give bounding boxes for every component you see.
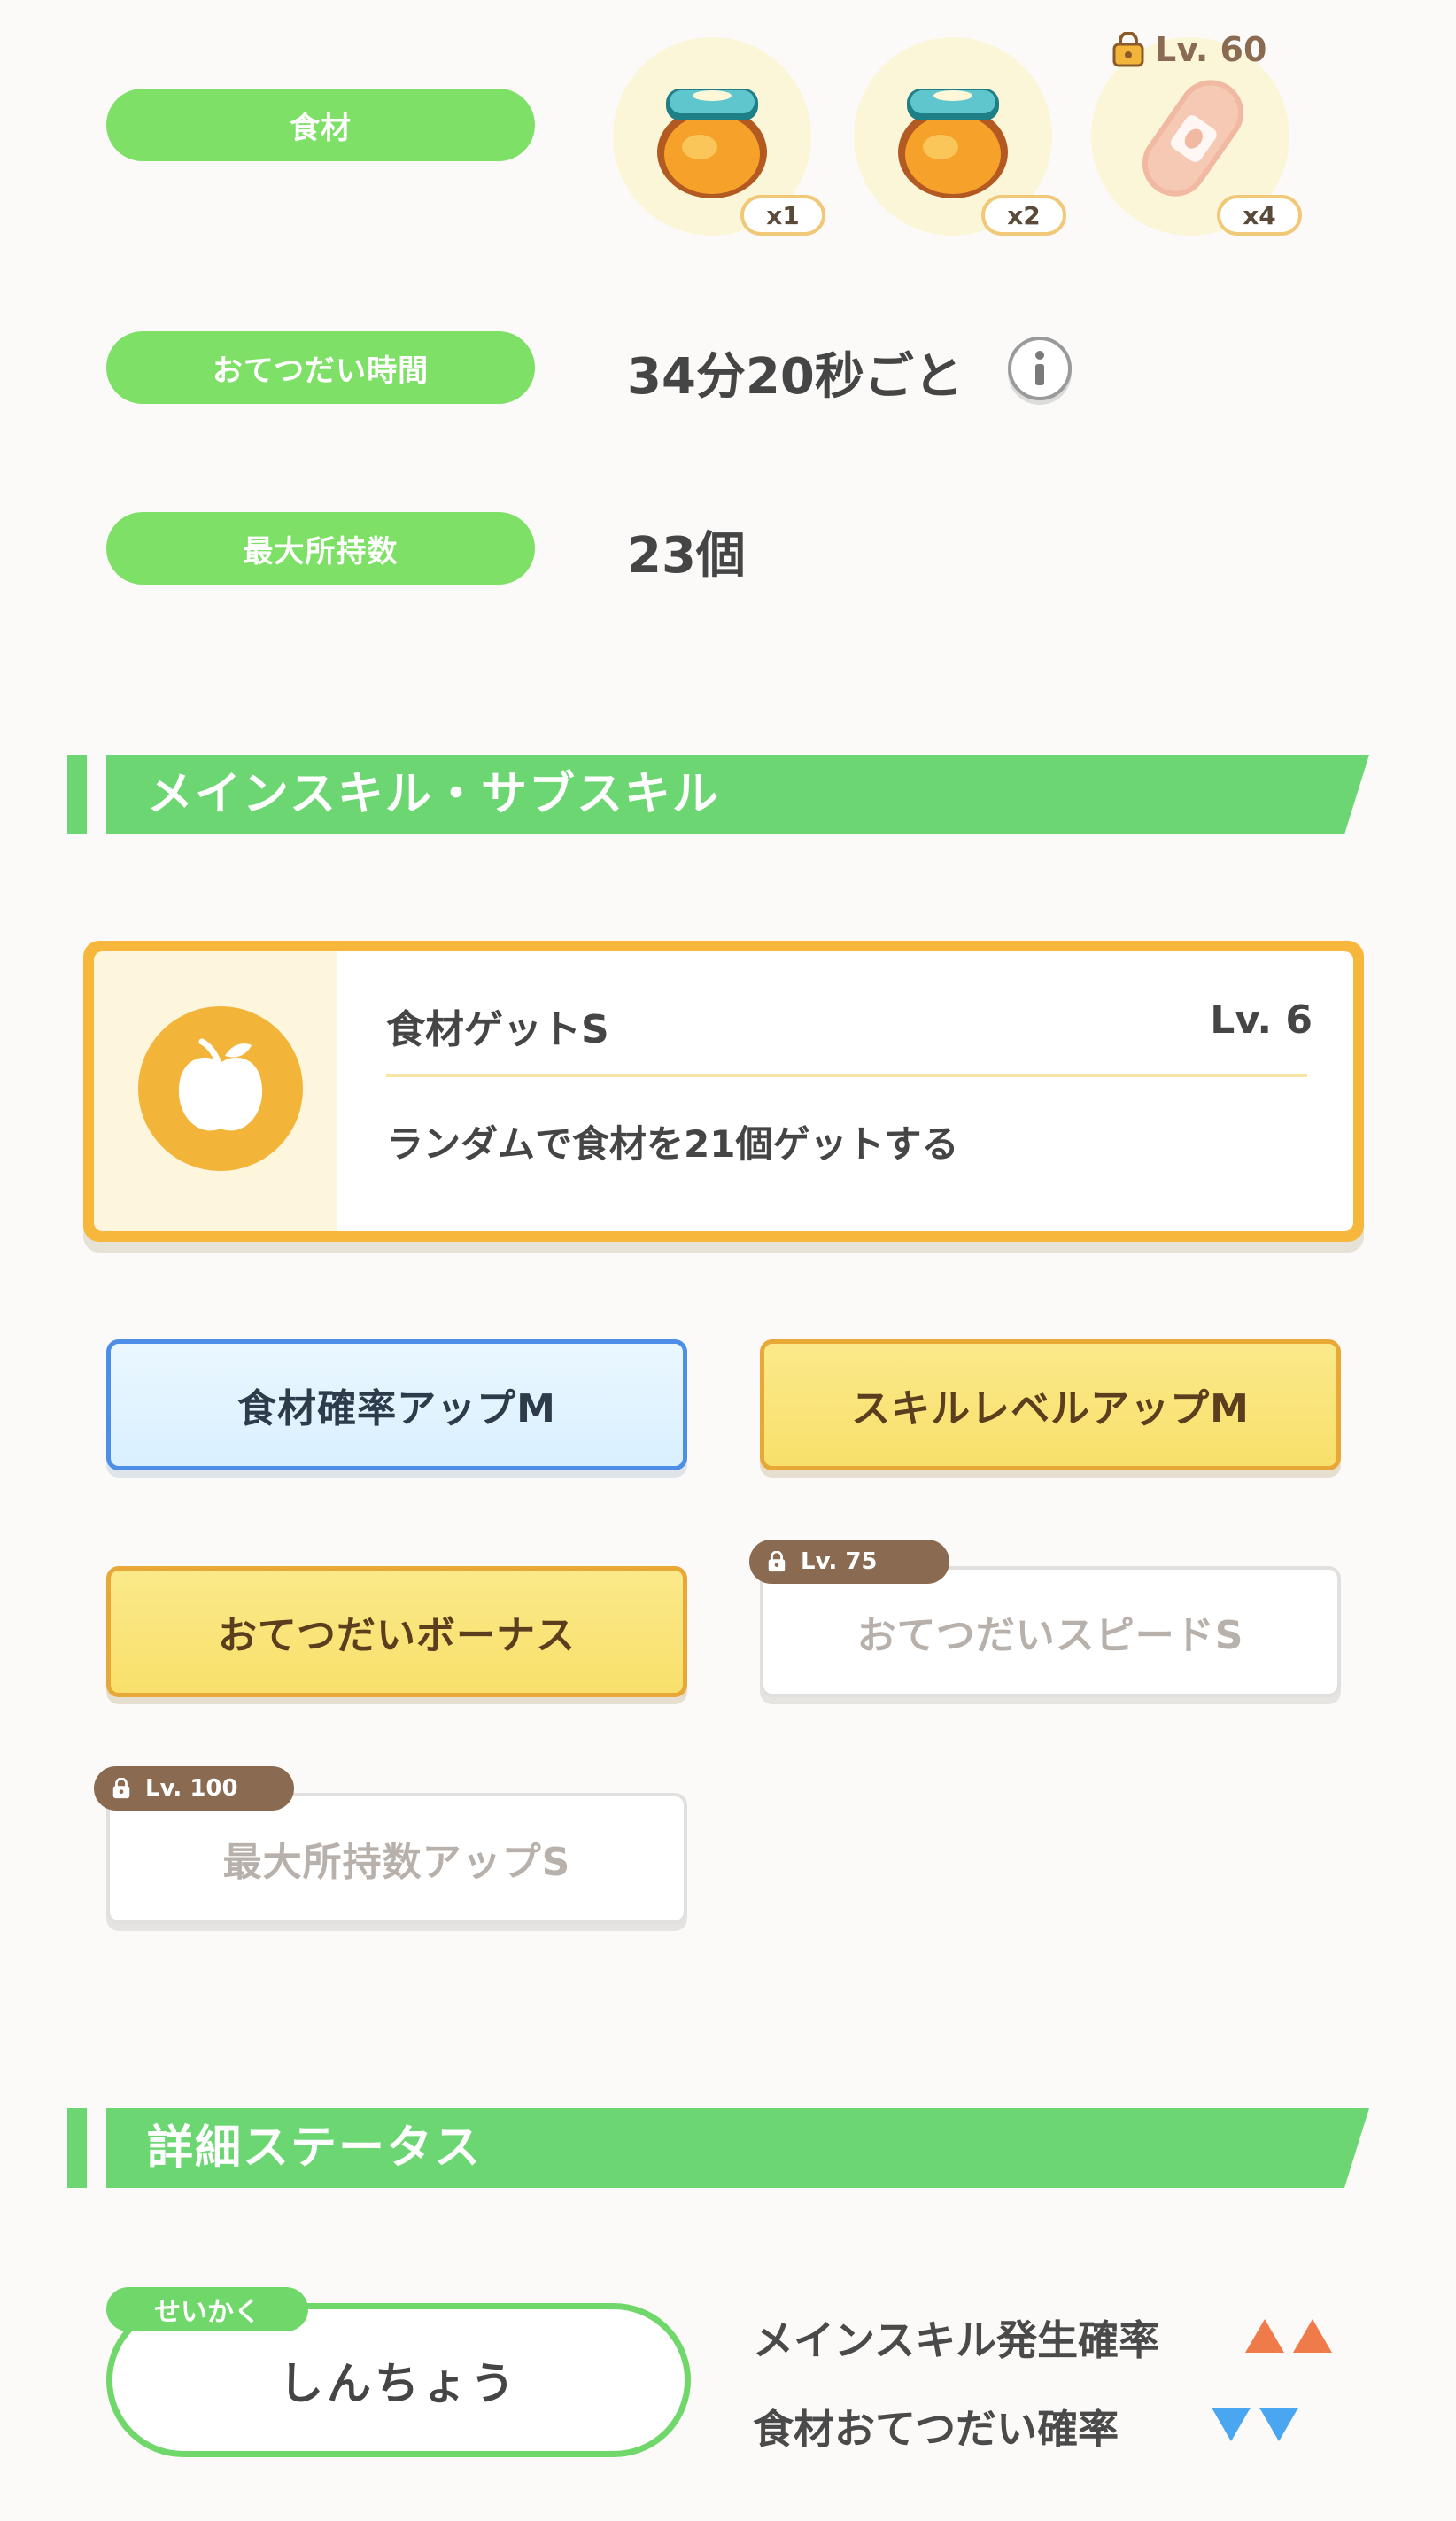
info-glyph bbox=[1035, 351, 1044, 385]
ingredient-qty-3: x4 bbox=[1217, 195, 1302, 236]
lock-icon bbox=[112, 1778, 130, 1799]
info-icon[interactable] bbox=[1008, 337, 1072, 400]
main-skill-card-inner: 食材ゲットS Lv. 6 ランダムで食材を21個ゲットする bbox=[94, 951, 1353, 1231]
nature-effect-down-label: 食材おてつだい確率 bbox=[753, 2405, 1119, 2453]
main-skill-icon-pane bbox=[94, 951, 337, 1231]
sub-skill-ingredient-finder-m[interactable]: 食材確率アップM bbox=[106, 1339, 687, 1470]
nature-tag: せいかく bbox=[106, 2287, 308, 2331]
main-skill-card[interactable]: 食材ゲットS Lv. 6 ランダムで食材を21個ゲットする bbox=[83, 941, 1364, 1242]
main-skill-divider bbox=[386, 1074, 1307, 1077]
main-skill-name: 食材ゲットS bbox=[386, 1007, 609, 1052]
ingredients-label: 食材 bbox=[106, 89, 535, 161]
lock-icon bbox=[1112, 32, 1144, 67]
arrow-up-double-icon bbox=[1245, 2319, 1332, 2353]
ingredient-slot-2[interactable]: x2 bbox=[854, 37, 1066, 236]
honey-jar-icon bbox=[898, 89, 1008, 198]
sub-skill-skill-level-up-m[interactable]: スキルレベルアップM bbox=[760, 1339, 1341, 1470]
sub-skill-unlock-level-100: Lv. 100 bbox=[145, 1775, 238, 1802]
skill-icon-circle bbox=[138, 1006, 303, 1171]
ingredient-unlock-level: Lv. 60 bbox=[1111, 30, 1266, 69]
sub-skill-unlock-tag-75: Lv. 75 bbox=[749, 1540, 949, 1584]
main-skill-level: Lv. 6 bbox=[1210, 997, 1313, 1043]
bean-sausage-icon bbox=[1142, 80, 1244, 197]
skills-section-header: メインスキル・サブスキル bbox=[67, 755, 1369, 834]
apple-icon bbox=[178, 1038, 263, 1131]
ingredient-unlock-label: Lv. 60 bbox=[1155, 30, 1267, 69]
ingredient-qty-1: x1 bbox=[740, 195, 825, 236]
honey-jar-icon bbox=[657, 89, 767, 198]
sub-skill-unlock-tag-100: Lv. 100 bbox=[94, 1766, 294, 1811]
status-section-title: 詳細ステータス bbox=[147, 2122, 483, 2175]
main-skill-description: ランダムで食材を21個ゲットする bbox=[386, 1122, 959, 1166]
ingredient-qty-2: x2 bbox=[981, 195, 1066, 236]
sub-skill-helping-bonus[interactable]: おてつだいボーナス bbox=[106, 1566, 687, 1697]
sub-skill-unlock-level-75: Lv. 75 bbox=[801, 1548, 878, 1575]
help-time-value: 34分20秒ごと bbox=[627, 348, 964, 406]
nature-value: しんちょう bbox=[279, 2358, 518, 2409]
help-time-label: おてつだい時間 bbox=[106, 331, 535, 404]
section-accent-bar bbox=[67, 755, 87, 834]
sub-skill-inventory-up-s[interactable]: 最大所持数アップS bbox=[106, 1793, 687, 1924]
skills-section-title: メインスキル・サブスキル bbox=[147, 768, 720, 821]
lock-icon bbox=[768, 1551, 786, 1572]
max-carry-value: 23個 bbox=[627, 527, 746, 585]
ingredient-slot-1[interactable]: x1 bbox=[613, 37, 825, 236]
section-accent-bar bbox=[67, 2108, 87, 2188]
nature-effect-up-label: メインスキル発生確率 bbox=[753, 2316, 1160, 2364]
max-carry-label: 最大所持数 bbox=[106, 512, 535, 585]
arrow-down-double-icon bbox=[1212, 2408, 1298, 2441]
status-section-header: 詳細ステータス bbox=[67, 2108, 1369, 2188]
sub-skill-helping-speed-s[interactable]: おてつだいスピードS bbox=[760, 1566, 1341, 1697]
